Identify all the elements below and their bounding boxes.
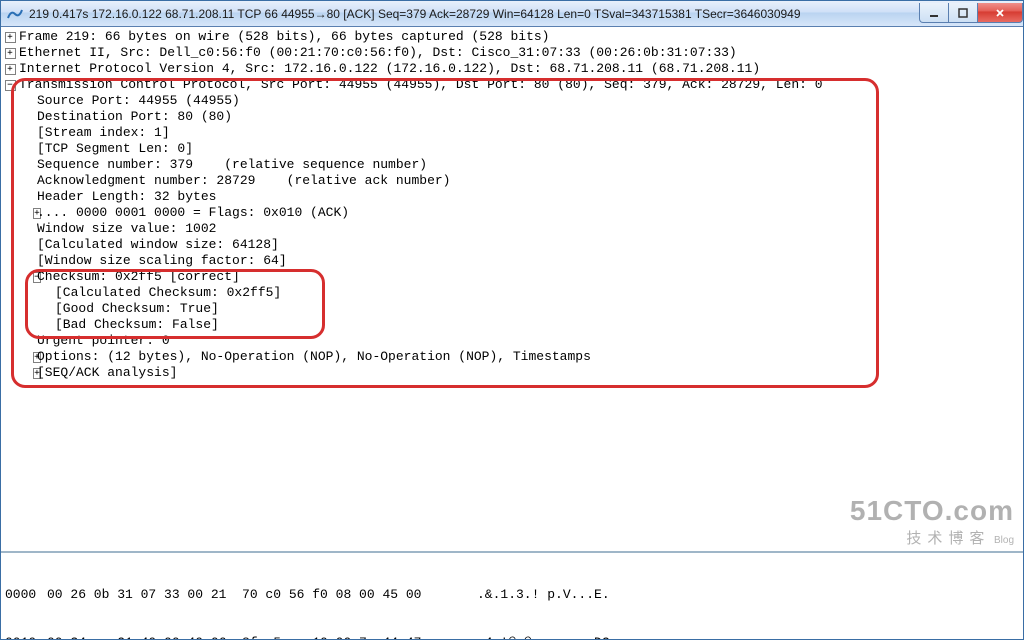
wireshark-icon: [7, 6, 23, 22]
titlebar[interactable]: 219 0.417s 172.16.0.122 68.71.208.11 TCP…: [1, 1, 1023, 27]
hex-row[interactable]: 001000 34 ea 21 40 00 40 06 8f c5 ac 10 …: [5, 635, 1019, 639]
tcp-window-scale[interactable]: [Window size scaling factor: 64]: [1, 253, 1023, 269]
window-controls: [920, 3, 1023, 23]
ip-summary: Internet Protocol Version 4, Src: 172.16…: [19, 61, 760, 77]
ethernet-summary: Ethernet II, Src: Dell_c0:56:f0 (00:21:7…: [19, 45, 737, 61]
collapse-icon[interactable]: [19, 269, 37, 285]
tcp-calc-window[interactable]: [Calculated window size: 64128]: [1, 237, 1023, 253]
expand-icon[interactable]: [1, 29, 19, 45]
wireshark-packet-window: 219 0.417s 172.16.0.122 68.71.208.11 TCP…: [0, 0, 1024, 640]
tcp-stream-index[interactable]: [Stream index: 1]: [1, 125, 1023, 141]
frame-summary: Frame 219: 66 bytes on wire (528 bits), …: [19, 29, 550, 45]
expand-icon[interactable]: [1, 61, 19, 77]
tcp-dst-port[interactable]: Destination Port: 80 (80): [1, 109, 1023, 125]
hex-dump-pane[interactable]: 000000 26 0b 31 07 33 00 21 70 c0 56 f0 …: [1, 553, 1023, 639]
tcp-checksum[interactable]: Checksum: 0x2ff5 [correct]: [1, 269, 1023, 285]
close-button[interactable]: [977, 3, 1023, 23]
tcp-window-size[interactable]: Window size value: 1002: [1, 221, 1023, 237]
packet-details-pane[interactable]: Frame 219: 66 bytes on wire (528 bits), …: [1, 27, 1023, 553]
expand-icon[interactable]: [19, 365, 37, 381]
tcp-calc-checksum[interactable]: [Calculated Checksum: 0x2ff5]: [1, 285, 1023, 301]
tcp-header-len[interactable]: Header Length: 32 bytes: [1, 189, 1023, 205]
collapse-icon[interactable]: [1, 77, 19, 93]
minimize-button[interactable]: [919, 3, 949, 23]
expand-icon[interactable]: [19, 349, 37, 365]
hex-row[interactable]: 000000 26 0b 31 07 33 00 21 70 c0 56 f0 …: [5, 587, 1019, 603]
tcp-seq-num[interactable]: Sequence number: 379 (relative sequence …: [1, 157, 1023, 173]
tcp-flags[interactable]: .... 0000 0001 0000 = Flags: 0x010 (ACK): [1, 205, 1023, 221]
tcp-good-checksum[interactable]: [Good Checksum: True]: [1, 301, 1023, 317]
tcp-node[interactable]: Transmission Control Protocol, Src Port:…: [1, 77, 1023, 93]
tcp-options[interactable]: Options: (12 bytes), No-Operation (NOP),…: [1, 349, 1023, 365]
tcp-urgent-ptr[interactable]: Urgent pointer: 0: [1, 333, 1023, 349]
tcp-ack-num[interactable]: Acknowledgment number: 28729 (relative a…: [1, 173, 1023, 189]
expand-icon[interactable]: [19, 205, 37, 221]
tcp-segment-len[interactable]: [TCP Segment Len: 0]: [1, 141, 1023, 157]
ip-node[interactable]: Internet Protocol Version 4, Src: 172.16…: [1, 61, 1023, 77]
window-title: 219 0.417s 172.16.0.122 68.71.208.11 TCP…: [29, 7, 920, 21]
tcp-summary: Transmission Control Protocol, Src Port:…: [19, 77, 823, 93]
tcp-seq-ack-analysis[interactable]: [SEQ/ACK analysis]: [1, 365, 1023, 381]
tcp-src-port[interactable]: Source Port: 44955 (44955): [1, 93, 1023, 109]
maximize-button[interactable]: [948, 3, 978, 23]
frame-node[interactable]: Frame 219: 66 bytes on wire (528 bits), …: [1, 29, 1023, 45]
tcp-bad-checksum[interactable]: [Bad Checksum: False]: [1, 317, 1023, 333]
expand-icon[interactable]: [1, 45, 19, 61]
ethernet-node[interactable]: Ethernet II, Src: Dell_c0:56:f0 (00:21:7…: [1, 45, 1023, 61]
